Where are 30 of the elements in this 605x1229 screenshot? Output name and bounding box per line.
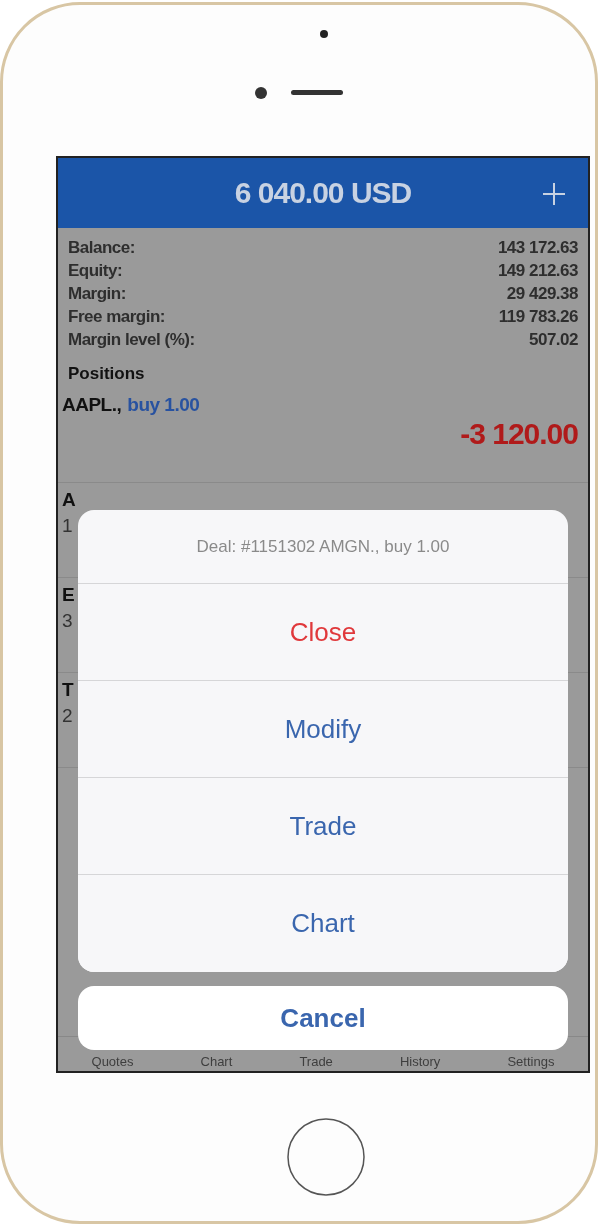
home-button[interactable]: [286, 1117, 366, 1197]
cancel-button[interactable]: Cancel: [78, 986, 568, 1050]
tab-label[interactable]: Trade: [299, 1054, 333, 1069]
summary-label: Balance:: [68, 238, 135, 258]
summary-value: 149 212.63: [497, 261, 578, 281]
position-symbol: T: [62, 679, 74, 701]
tab-label[interactable]: Settings: [507, 1054, 555, 1069]
tab-label[interactable]: History: [399, 1054, 441, 1069]
sheet-title: Deal: #1151302 AMGN., buy 1.00: [196, 536, 450, 557]
section-title: Positions: [68, 364, 145, 384]
position-price: 1: [62, 515, 74, 537]
tab-label[interactable]: Chart: [200, 1054, 233, 1069]
position-profit: -3 120.00: [460, 417, 578, 451]
summary-label: Equity:: [68, 261, 123, 281]
tab-label[interactable]: Quotes: [91, 1054, 134, 1069]
position-symbol: A: [62, 489, 76, 511]
position-symbol: E: [62, 584, 75, 606]
position-price: 2: [62, 705, 74, 727]
summary-label: Margin level (%):: [68, 330, 195, 350]
position-symbol: AAPL.,: [62, 394, 122, 416]
summary-value: 143 172.63: [497, 238, 578, 258]
position-price: 3: [62, 610, 74, 632]
account-total: 6 040.00 USD: [234, 176, 412, 210]
summary-label: Margin:: [68, 284, 126, 304]
summary-label: Free margin:: [68, 307, 165, 327]
add-icon[interactable]: [542, 182, 566, 206]
summary-value: 119 783.26: [498, 307, 578, 327]
summary-value: 507.02: [529, 330, 578, 350]
summary-value: 29 429.38: [506, 284, 578, 304]
position-side: buy 1.00: [127, 394, 200, 416]
